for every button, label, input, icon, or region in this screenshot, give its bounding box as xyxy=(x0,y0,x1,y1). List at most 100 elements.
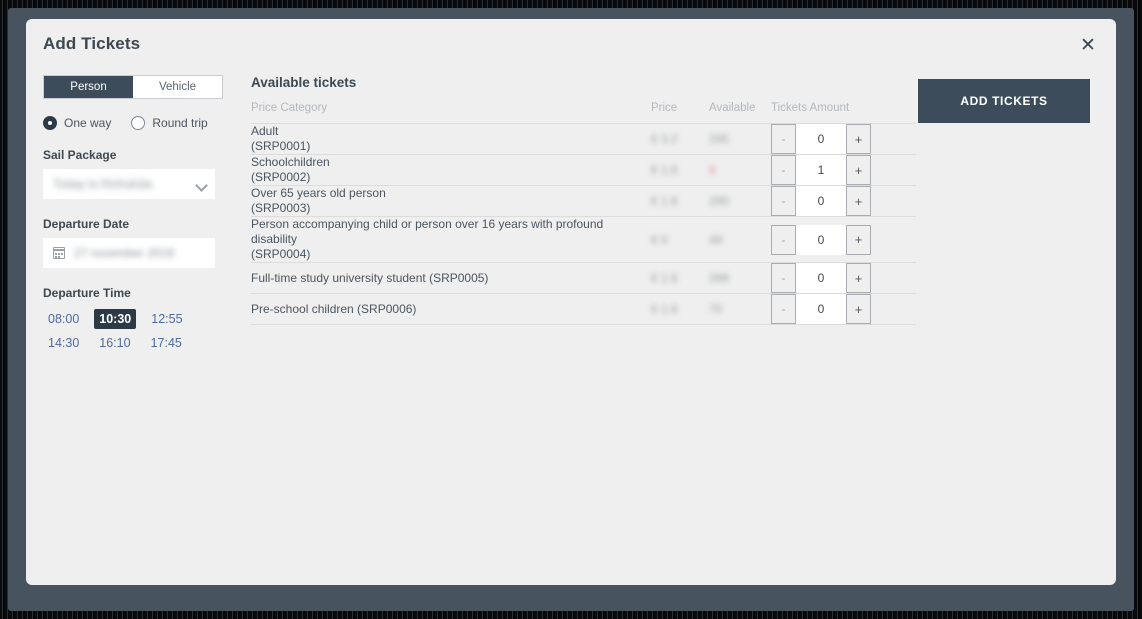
decrement-button[interactable]: - xyxy=(771,155,796,185)
table-row: Pre-school children (SRP0006)€ 1.670-+ xyxy=(251,293,916,325)
decrement-button[interactable]: - xyxy=(771,124,796,154)
quantity-input[interactable] xyxy=(796,224,846,255)
ticket-amount-cell: -+ xyxy=(771,262,916,294)
ticket-amount-cell: -+ xyxy=(771,185,916,217)
ticket-category-cell: Over 65 years old person (SRP0003) xyxy=(251,185,651,217)
departure-time-option[interactable]: 14:30 xyxy=(43,333,84,353)
ticket-category-cell: Full-time study university student (SRP0… xyxy=(251,262,651,294)
increment-button[interactable]: + xyxy=(846,124,871,154)
quantity-input[interactable] xyxy=(796,263,846,293)
mode-toggle-vehicle[interactable]: Vehicle xyxy=(133,76,222,98)
table-header-row: Price Category Price Available Tickets A… xyxy=(251,102,916,124)
ticket-amount-cell: -+ xyxy=(771,154,916,186)
ticket-available: 70 xyxy=(709,293,771,325)
departure-time-option[interactable]: 12:55 xyxy=(146,309,187,329)
radio-one-way[interactable]: One way xyxy=(43,116,111,130)
sail-package-select[interactable]: Today to Rohuküla xyxy=(43,169,215,199)
ticket-category-name: Schoolchildren xyxy=(251,155,330,169)
mode-toggle-person[interactable]: Person xyxy=(44,76,133,98)
departure-time-option[interactable]: 08:00 xyxy=(43,309,84,329)
ticket-price: € 1.6 xyxy=(651,185,709,217)
ticket-category-name: Full-time study university student (SRP0… xyxy=(251,270,489,285)
column-header-amount: Tickets Amount xyxy=(771,102,916,124)
screen: Add Tickets ✕ Person Vehicle One way Rou… xyxy=(0,0,1142,619)
quantity-stepper: -+ xyxy=(771,155,871,185)
ticket-category-cell: Person accompanying child or person over… xyxy=(251,216,651,263)
calendar-icon xyxy=(52,247,66,259)
ticket-available: 295 xyxy=(709,123,771,155)
add-tickets-dialog: Add Tickets ✕ Person Vehicle One way Rou… xyxy=(26,19,1116,585)
ticket-available: 49 xyxy=(709,216,771,263)
ticket-category-name: Pre-school children (SRP0006) xyxy=(251,301,417,316)
page-title: Add Tickets xyxy=(43,34,141,53)
mode-toggle: Person Vehicle xyxy=(43,75,223,99)
ticket-amount-cell: -+ xyxy=(771,123,916,155)
departure-date-input[interactable]: 27 november 2019 xyxy=(43,238,215,268)
ticket-category-cell: Adult (SRP0001) xyxy=(251,123,651,155)
departure-date-value: 27 november 2019 xyxy=(74,246,175,260)
ticket-price: € 1.6 xyxy=(651,262,709,294)
increment-button[interactable]: + xyxy=(846,186,871,216)
quantity-input[interactable] xyxy=(796,155,846,185)
table-row: Adult(SRP0001)€ 3.2295-+ xyxy=(251,123,916,155)
quantity-input[interactable] xyxy=(796,124,846,154)
ticket-category-code: (SRP0002) xyxy=(251,170,311,184)
ticket-category-name: Person accompanying child or person over… xyxy=(251,217,604,246)
quantity-stepper: -+ xyxy=(771,224,871,255)
tickets-table-body: Adult(SRP0001)€ 3.2295-+Schoolchildren(S… xyxy=(251,123,916,325)
ticket-category-code: (SRP0001) xyxy=(251,139,311,153)
ticket-price: € 1.6 xyxy=(651,293,709,325)
add-tickets-button[interactable]: ADD TICKETS xyxy=(918,79,1090,123)
table-row: Person accompanying child or person over… xyxy=(251,216,916,263)
chevron-down-icon xyxy=(196,179,207,190)
available-tickets-panel: Available tickets Price Category Price A… xyxy=(251,75,916,325)
ticket-category-cell: Schoolchildren (SRP0002) xyxy=(251,154,651,186)
radio-one-way-label: One way xyxy=(64,116,112,130)
quantity-stepper: -+ xyxy=(771,124,871,154)
ticket-amount-cell: -+ xyxy=(771,293,916,325)
departure-time-option-selected[interactable]: 10:30 xyxy=(94,309,137,329)
close-icon[interactable]: ✕ xyxy=(1074,31,1102,59)
radio-dot-icon xyxy=(43,116,57,130)
ticket-available: 290 xyxy=(709,185,771,217)
ticket-amount-cell: -+ xyxy=(771,216,916,263)
ticket-category-name: Over 65 years old person xyxy=(251,186,386,200)
ticket-price: € 3.2 xyxy=(651,123,709,155)
column-header-category: Price Category xyxy=(251,102,651,124)
ticket-available: 288 xyxy=(709,262,771,294)
decrement-button[interactable]: - xyxy=(771,263,796,293)
decrement-button[interactable]: - xyxy=(771,224,796,255)
departure-date-label: Departure Date xyxy=(43,217,130,231)
quantity-input[interactable] xyxy=(796,294,846,324)
ticket-category-code: (SRP0003) xyxy=(251,201,311,215)
increment-button[interactable]: + xyxy=(846,155,871,185)
increment-button[interactable]: + xyxy=(846,294,871,324)
table-row: Full-time study university student (SRP0… xyxy=(251,262,916,294)
tickets-table: Price Category Price Available Tickets A… xyxy=(251,102,916,325)
sail-package-label: Sail Package xyxy=(43,148,117,162)
departure-time-option[interactable]: 16:10 xyxy=(94,333,135,353)
departure-time-group: 08:00 10:30 12:55 14:30 16:10 17:45 xyxy=(43,309,228,357)
departure-time-option[interactable]: 17:45 xyxy=(146,333,187,353)
available-tickets-heading: Available tickets xyxy=(251,75,357,90)
quantity-stepper: -+ xyxy=(771,186,871,216)
increment-button[interactable]: + xyxy=(846,263,871,293)
departure-time-label: Departure Time xyxy=(43,286,131,300)
table-row: Schoolchildren(SRP0002)€ 1.68-+ xyxy=(251,154,916,186)
radio-dot-icon xyxy=(131,116,146,130)
ticket-category-cell: Pre-school children (SRP0006) xyxy=(251,293,651,325)
ticket-category-code: (SRP0004) xyxy=(251,247,311,261)
decrement-button[interactable]: - xyxy=(771,186,796,216)
radio-round-trip[interactable]: Round trip xyxy=(131,116,208,130)
sail-package-value: Today to Rohuküla xyxy=(53,177,153,191)
ticket-available: 8 xyxy=(709,154,771,186)
decrement-button[interactable]: - xyxy=(771,294,796,324)
ticket-category-name: Adult xyxy=(251,124,279,138)
radio-round-trip-label: Round trip xyxy=(152,116,208,130)
ticket-price: € 0 xyxy=(651,216,709,263)
increment-button[interactable]: + xyxy=(846,224,871,255)
ticket-price: € 1.6 xyxy=(651,154,709,186)
column-header-price: Price xyxy=(651,102,709,124)
quantity-input[interactable] xyxy=(796,186,846,216)
column-header-available: Available xyxy=(709,102,771,124)
